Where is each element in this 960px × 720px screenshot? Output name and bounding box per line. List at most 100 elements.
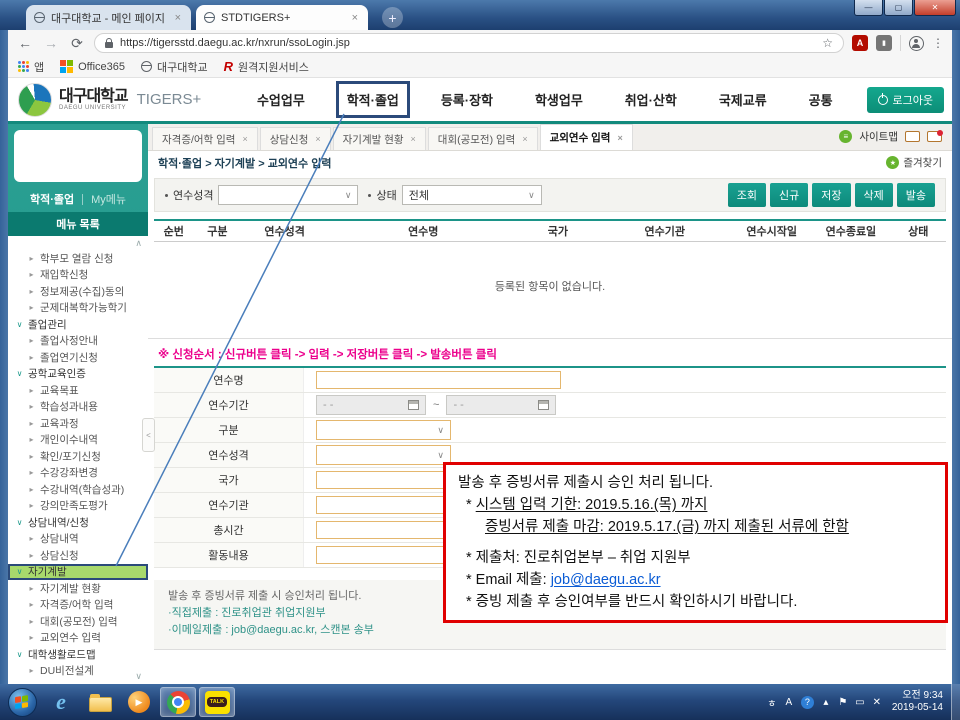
sidebar-item[interactable]: ▸교육과정 [8, 415, 148, 432]
sidebar-collapse-button[interactable] [142, 418, 155, 452]
bookmark-item[interactable]: 원격지원서비스 [224, 59, 309, 75]
address-bar[interactable]: https://tigersstd.daegu.ac.kr/nxrun/ssoL… [94, 33, 844, 53]
reload-icon[interactable] [68, 35, 86, 52]
sidebar-item[interactable]: ∨상담내역/신청 [8, 514, 148, 531]
form-select[interactable]: ∨ [316, 445, 451, 465]
nav-item[interactable]: 수업업무 [249, 84, 313, 115]
popup-window-icon[interactable] [905, 131, 920, 142]
bookmark-item[interactable]: 대구대학교 [141, 59, 208, 75]
back-icon[interactable] [16, 35, 34, 51]
bookmark-star-icon[interactable] [822, 36, 833, 50]
sitemap-link[interactable]: 사이트맵 [859, 129, 898, 144]
sidebar-item[interactable]: ∨졸업관리 [8, 316, 148, 333]
tab-close-icon[interactable]: × [242, 134, 247, 144]
maximize-button[interactable] [884, 0, 913, 16]
sidebar-item[interactable]: ▸정보제공(수집)동의 [8, 283, 148, 300]
taskbar-clock[interactable]: 오전 9:34 2019-05-14 [892, 690, 943, 715]
url-text[interactable]: https://tigersstd.daegu.ac.kr/nxrun/ssoL… [120, 37, 350, 49]
scroll-down-icon[interactable] [135, 671, 142, 682]
sidebar-item[interactable]: ∨대학생활로드맵 [8, 646, 148, 663]
hidden-icons-icon[interactable]: ▴ [821, 697, 831, 708]
sidebar-tab-mymenu[interactable]: My메뉴 [91, 191, 126, 207]
sidebar-item[interactable]: ▸교육목표 [8, 382, 148, 399]
bookmark-item[interactable]: Office365 [60, 60, 125, 73]
help-icon[interactable]: ? [801, 696, 814, 709]
sidebar-item[interactable]: ▸대회(공모전) 입력 [8, 613, 148, 630]
minimize-button[interactable] [854, 0, 883, 16]
form-text-input[interactable] [316, 371, 561, 389]
tab-close-icon[interactable]: × [617, 133, 622, 143]
content-tab[interactable]: 상담신청× [260, 127, 331, 150]
browser-menu-icon[interactable] [932, 36, 944, 50]
new-button[interactable]: 신규 [770, 183, 808, 207]
content-tab[interactable]: 자기계발 현황× [333, 127, 426, 150]
form-text-input[interactable] [316, 471, 451, 489]
form-text-input[interactable] [316, 521, 451, 539]
tab-close-icon[interactable]: × [411, 134, 416, 144]
sidebar-item[interactable]: ▸졸업연기신청 [8, 349, 148, 366]
nav-item[interactable]: 등록·장학 [433, 84, 501, 115]
korean-ime-icon[interactable]: ㅎ [767, 695, 777, 710]
status-select[interactable]: 전체∨ [402, 185, 542, 205]
kakaotalk-icon[interactable]: TALK [199, 687, 235, 717]
sidebar-item[interactable]: ▸재입학신청 [8, 267, 148, 284]
sidebar-item[interactable]: ▸개인이수내역 [8, 432, 148, 449]
logout-button[interactable]: 로그아웃 [867, 87, 944, 113]
sidebar-item[interactable]: ▸학부모 열람 신청 [8, 250, 148, 267]
sidebar-item[interactable]: ▸자기계발 현황 [8, 580, 148, 597]
date-input[interactable]: - - [316, 395, 426, 415]
ime-a-icon[interactable]: A [784, 697, 794, 708]
sidebar-item[interactable]: ▸확인/포기신청 [8, 448, 148, 465]
sidebar-item[interactable]: ▸강의만족도평가 [8, 498, 148, 515]
close-button[interactable] [914, 0, 956, 16]
nav-item[interactable]: 취업·산학 [617, 84, 685, 115]
scroll-up-icon[interactable] [135, 238, 142, 249]
new-tab-button[interactable]: + [382, 7, 403, 28]
sidebar-item[interactable]: ▸자격증/어학 입력 [8, 597, 148, 614]
file-explorer-icon[interactable] [82, 687, 118, 717]
form-text-input[interactable] [316, 496, 451, 514]
sidebar-item[interactable]: ▸수강강좌변경 [8, 465, 148, 482]
favorites-link[interactable]: 즐겨찾기 [886, 155, 942, 170]
sidebar-item[interactable]: ▸상담내역 [8, 531, 148, 548]
tab-close-icon[interactable]: × [350, 12, 360, 24]
email-link[interactable]: job@daegu.ac.kr [551, 572, 661, 588]
tab-close-icon[interactable]: × [522, 134, 527, 144]
search-button[interactable]: 조회 [728, 183, 766, 207]
content-tab[interactable]: 자격증/어학 입력× [152, 127, 258, 150]
date-input[interactable]: - - [446, 395, 556, 415]
display-icon[interactable]: ▭ [855, 697, 865, 708]
popup-close-icon[interactable] [927, 131, 942, 142]
tab-close-icon[interactable]: × [315, 134, 320, 144]
save-button[interactable]: 저장 [812, 183, 850, 207]
sidebar-item[interactable]: ∨자기계발 [8, 564, 148, 581]
sidebar-item[interactable]: ▸상담신청 [8, 547, 148, 564]
nav-item[interactable]: 학생업무 [527, 84, 591, 115]
show-desktop-button[interactable] [951, 684, 960, 720]
nav-item[interactable]: 국제교류 [711, 84, 775, 115]
sidebar-item[interactable]: ▸교외연수 입력 [8, 630, 148, 647]
send-button[interactable]: 발송 [897, 183, 935, 207]
tab-close-icon[interactable]: × [173, 12, 183, 24]
flag-icon[interactable]: ⚑ [838, 697, 848, 708]
sidebar-item[interactable]: ▸DU비전설계 [8, 663, 148, 680]
sidebar-item[interactable]: ▸군제대복학가능학기 [8, 300, 148, 317]
content-tab[interactable]: 대회(공모전) 입력× [428, 127, 538, 150]
sidebar-item[interactable]: ▸학습성과내용 [8, 399, 148, 416]
nav-item[interactable]: 공통 [801, 84, 841, 115]
sidebar-item[interactable]: ▸수강내역(학습성과) [8, 481, 148, 498]
delete-button[interactable]: 삭제 [855, 183, 893, 207]
browser-tab[interactable]: 대구대학교 - 메인 페이지× [26, 5, 191, 30]
extension-icon[interactable] [876, 35, 892, 51]
internet-explorer-icon[interactable] [43, 687, 79, 717]
media-player-icon[interactable] [121, 687, 157, 717]
nav-item[interactable]: 학적·졸업 [339, 84, 407, 115]
sidebar-item[interactable]: ▸졸업사정안내 [8, 333, 148, 350]
chrome-icon[interactable] [160, 687, 196, 717]
bookmark-item[interactable]: 앱 [18, 59, 44, 75]
volume-muted-icon[interactable]: ✕ [872, 697, 882, 708]
sidebar-tab-hakjeok[interactable]: 학적·졸업 [30, 191, 74, 207]
content-tab[interactable]: 교외연수 입력× [540, 124, 633, 150]
training-type-select[interactable]: ∨ [218, 185, 358, 205]
sidebar-item[interactable]: ∨공학교육인증 [8, 366, 148, 383]
